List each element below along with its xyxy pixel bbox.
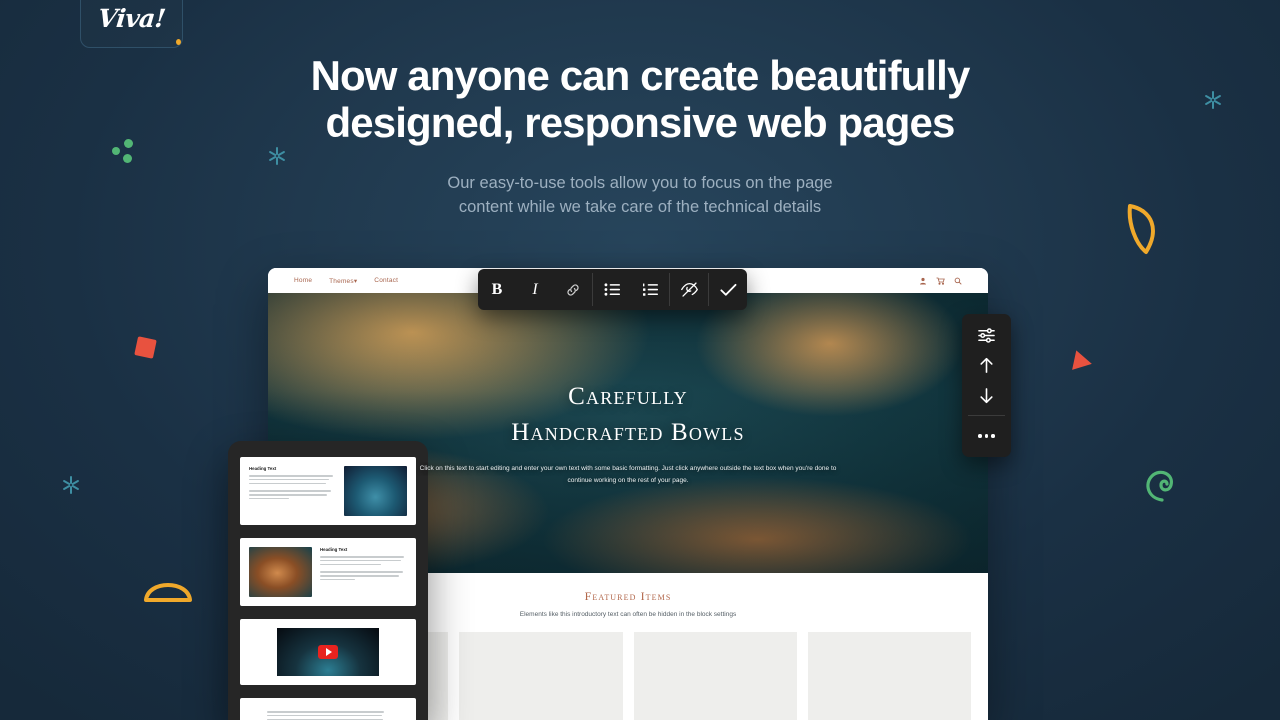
arrow-down-icon [980, 387, 993, 403]
block-body-lines [249, 707, 407, 720]
product-card[interactable] [633, 632, 797, 720]
video-thumbnail [277, 628, 379, 676]
page-headline: Now anyone can create beautifully design… [0, 52, 1280, 146]
headline-line-1: Now anyone can create beautifully [310, 52, 971, 99]
link-button[interactable] [554, 269, 592, 310]
teal-sparkle-icon [266, 145, 288, 167]
preview-block-text[interactable] [240, 698, 416, 720]
hero-body-line-1: Click on this text to start editing and … [419, 465, 719, 472]
bullet-list-icon [604, 283, 620, 296]
numbered-list-button[interactable] [631, 269, 669, 310]
move-block-up-button[interactable] [962, 350, 1011, 380]
italic-button[interactable]: I [516, 269, 554, 310]
block-action-toolbar [962, 314, 1011, 457]
block-settings-button[interactable] [962, 320, 1011, 350]
bold-button[interactable]: B [478, 269, 516, 310]
arrow-up-icon [980, 357, 993, 373]
more-options-button[interactable] [962, 421, 1011, 451]
green-spiral-decoration [1146, 470, 1173, 502]
yellow-dome-decoration [144, 583, 192, 602]
logo-badge[interactable]: Viva! [80, 0, 183, 48]
ellipsis-icon [978, 434, 995, 438]
logo-accent-dot-yellow [176, 39, 181, 45]
play-button-icon[interactable] [318, 645, 338, 659]
eye-slash-icon [680, 282, 698, 297]
hero-title-line-2: Handcrafted Bowls [511, 419, 745, 446]
sliders-icon [978, 327, 995, 343]
hero-title-line-1: Carefully [568, 383, 688, 410]
link-icon [567, 283, 579, 296]
page-subtitle: Our easy-to-use tools allow you to focus… [0, 171, 1280, 219]
toolbar-divider [968, 415, 1005, 416]
red-triangle-decoration [1072, 350, 1094, 374]
headline-line-2: designed, responsive web pages [325, 99, 956, 146]
teal-sparkle-icon [60, 474, 82, 496]
site-hero-body[interactable]: Click on this text to start editing and … [413, 463, 843, 487]
product-card[interactable] [807, 632, 971, 720]
red-square-decoration [134, 336, 157, 359]
site-hero-section: Carefully Handcrafted Bowls Click on thi… [268, 293, 988, 573]
hide-element-button[interactable] [670, 269, 708, 310]
subtitle-line-1: Our easy-to-use tools allow you to focus… [447, 174, 833, 192]
check-icon [719, 283, 736, 296]
preview-block-video[interactable] [240, 619, 416, 685]
numbered-list-icon [642, 283, 658, 296]
logo-text: Viva! [96, 3, 167, 33]
text-format-toolbar: B I [478, 269, 747, 310]
site-hero-title: Carefully Handcrafted Bowls [511, 379, 744, 451]
move-block-down-button[interactable] [962, 380, 1011, 410]
product-card[interactable] [459, 632, 623, 720]
bullet-list-button[interactable] [593, 269, 631, 310]
confirm-button[interactable] [709, 269, 747, 310]
subtitle-line-2: content while we take care of the techni… [458, 198, 822, 216]
